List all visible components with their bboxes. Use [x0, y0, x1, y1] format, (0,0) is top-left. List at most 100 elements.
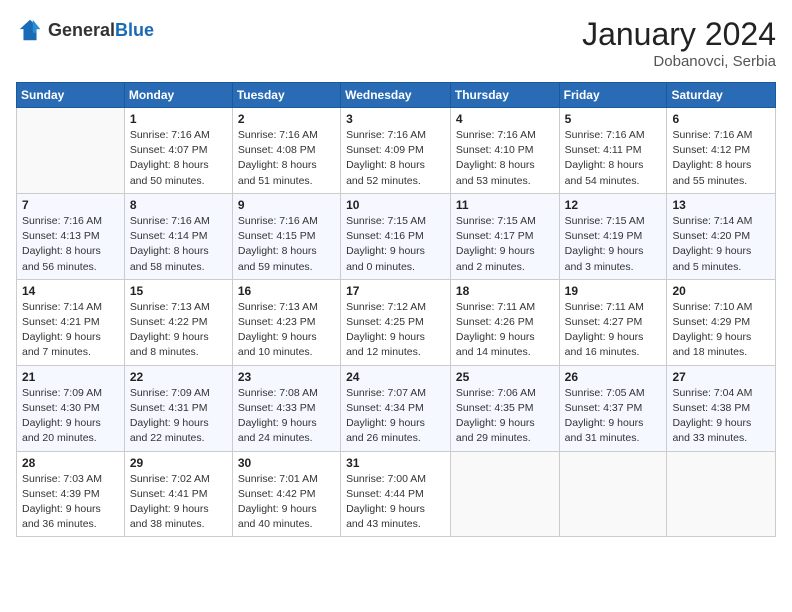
day-detail: Sunrise: 7:16 AMSunset: 4:13 PMDaylight:…	[22, 214, 119, 275]
calendar-cell: 17 Sunrise: 7:12 AMSunset: 4:25 PMDayligh…	[341, 279, 451, 365]
day-detail: Sunrise: 7:16 AMSunset: 4:10 PMDaylight:…	[456, 128, 554, 189]
day-detail: Sunrise: 7:16 AMSunset: 4:14 PMDaylight:…	[130, 214, 227, 275]
day-detail: Sunrise: 7:14 AMSunset: 4:21 PMDaylight:…	[22, 300, 119, 361]
calendar-cell: 11Sunrise: 7:15 AMSunset: 4:17 PMDayligh…	[450, 193, 559, 279]
day-detail: Sunrise: 7:08 AMSunset: 4:33 PMDaylight:…	[238, 386, 335, 447]
day-number: 2	[238, 112, 335, 126]
calendar-cell: 15 Sunrise: 7:13 AMSunset: 4:22 PMDayligh…	[124, 279, 232, 365]
day-detail: Sunrise: 7:13 AMSunset: 4:23 PMDaylight:…	[238, 300, 335, 361]
calendar-week-row: 7Sunrise: 7:16 AMSunset: 4:13 PMDaylight…	[17, 193, 776, 279]
calendar-body: 1 Sunrise: 7:16 AMSunset: 4:07 PMDaylight…	[17, 108, 776, 537]
day-number: 28	[22, 456, 119, 470]
calendar-cell: 28 Sunrise: 7:03 AMSunset: 4:39 PMDayligh…	[17, 451, 125, 537]
day-detail: Sunrise: 7:16 AMSunset: 4:09 PMDaylight:…	[346, 128, 445, 189]
day-detail: Sunrise: 7:05 AMSunset: 4:37 PMDaylight:…	[565, 386, 662, 447]
day-number: 9	[238, 198, 335, 212]
calendar-cell: 14 Sunrise: 7:14 AMSunset: 4:21 PMDayligh…	[17, 279, 125, 365]
day-detail: Sunrise: 7:16 AMSunset: 4:15 PMDaylight:…	[238, 214, 335, 275]
calendar-cell: 24 Sunrise: 7:07 AMSunset: 4:34 PMDayligh…	[341, 365, 451, 451]
calendar-week-row: 14 Sunrise: 7:14 AMSunset: 4:21 PMDayligh…	[17, 279, 776, 365]
location-subtitle: Dobanovci, Serbia	[582, 53, 776, 70]
day-detail: Sunrise: 7:16 AMSunset: 4:12 PMDaylight:…	[672, 128, 770, 189]
day-detail: Sunrise: 7:07 AMSunset: 4:34 PMDaylight:…	[346, 386, 445, 447]
day-number: 27	[672, 370, 770, 384]
day-detail: Sunrise: 7:16 AMSunset: 4:07 PMDaylight:…	[130, 128, 227, 189]
calendar-cell: 8 Sunrise: 7:16 AMSunset: 4:14 PMDaylight…	[124, 193, 232, 279]
day-detail: Sunrise: 7:15 AMSunset: 4:19 PMDaylight:…	[565, 214, 662, 275]
calendar-cell: 30Sunrise: 7:01 AMSunset: 4:42 PMDayligh…	[232, 451, 340, 537]
day-number: 5	[565, 112, 662, 126]
day-detail: Sunrise: 7:01 AMSunset: 4:42 PMDaylight:…	[238, 472, 335, 533]
day-detail: Sunrise: 7:04 AMSunset: 4:38 PMDaylight:…	[672, 386, 770, 447]
day-of-week-header: Tuesday	[232, 83, 340, 108]
calendar-cell: 26Sunrise: 7:05 AMSunset: 4:37 PMDayligh…	[559, 365, 667, 451]
calendar-cell: 21Sunrise: 7:09 AMSunset: 4:30 PMDayligh…	[17, 365, 125, 451]
logo-general-text: General	[48, 20, 115, 40]
calendar-cell: 5 Sunrise: 7:16 AMSunset: 4:11 PMDaylight…	[559, 108, 667, 194]
day-number: 6	[672, 112, 770, 126]
calendar-week-row: 1 Sunrise: 7:16 AMSunset: 4:07 PMDaylight…	[17, 108, 776, 194]
day-number: 1	[130, 112, 227, 126]
calendar-week-row: 21Sunrise: 7:09 AMSunset: 4:30 PMDayligh…	[17, 365, 776, 451]
day-detail: Sunrise: 7:02 AMSunset: 4:41 PMDaylight:…	[130, 472, 227, 533]
calendar-cell	[667, 451, 776, 537]
day-detail: Sunrise: 7:09 AMSunset: 4:31 PMDaylight:…	[130, 386, 227, 447]
day-number: 19	[565, 284, 662, 298]
day-of-week-header: Sunday	[17, 83, 125, 108]
calendar-cell: 9 Sunrise: 7:16 AMSunset: 4:15 PMDaylight…	[232, 193, 340, 279]
day-detail: Sunrise: 7:15 AMSunset: 4:16 PMDaylight:…	[346, 214, 445, 275]
day-detail: Sunrise: 7:13 AMSunset: 4:22 PMDaylight:…	[130, 300, 227, 361]
calendar-cell: 25 Sunrise: 7:06 AMSunset: 4:35 PMDayligh…	[450, 365, 559, 451]
day-number: 22	[130, 370, 227, 384]
calendar-cell: 6 Sunrise: 7:16 AMSunset: 4:12 PMDaylight…	[667, 108, 776, 194]
calendar-cell: 3Sunrise: 7:16 AMSunset: 4:09 PMDaylight…	[341, 108, 451, 194]
calendar-week-row: 28 Sunrise: 7:03 AMSunset: 4:39 PMDayligh…	[17, 451, 776, 537]
day-number: 8	[130, 198, 227, 212]
day-detail: Sunrise: 7:06 AMSunset: 4:35 PMDaylight:…	[456, 386, 554, 447]
month-year-title: January 2024	[582, 16, 776, 53]
calendar-cell: 20Sunrise: 7:10 AMSunset: 4:29 PMDayligh…	[667, 279, 776, 365]
calendar-cell: 10Sunrise: 7:15 AMSunset: 4:16 PMDayligh…	[341, 193, 451, 279]
day-detail: Sunrise: 7:14 AMSunset: 4:20 PMDaylight:…	[672, 214, 770, 275]
calendar-cell: 12Sunrise: 7:15 AMSunset: 4:19 PMDayligh…	[559, 193, 667, 279]
calendar-header: SundayMondayTuesdayWednesdayThursdayFrid…	[17, 83, 776, 108]
day-of-week-header: Monday	[124, 83, 232, 108]
calendar-cell: 18Sunrise: 7:11 AMSunset: 4:26 PMDayligh…	[450, 279, 559, 365]
calendar-cell: 31 Sunrise: 7:00 AMSunset: 4:44 PMDayligh…	[341, 451, 451, 537]
day-detail: Sunrise: 7:03 AMSunset: 4:39 PMDaylight:…	[22, 472, 119, 533]
day-number: 18	[456, 284, 554, 298]
calendar-cell: 4 Sunrise: 7:16 AMSunset: 4:10 PMDaylight…	[450, 108, 559, 194]
calendar-cell: 13 Sunrise: 7:14 AMSunset: 4:20 PMDayligh…	[667, 193, 776, 279]
day-detail: Sunrise: 7:16 AMSunset: 4:11 PMDaylight:…	[565, 128, 662, 189]
day-number: 24	[346, 370, 445, 384]
calendar-table: SundayMondayTuesdayWednesdayThursdayFrid…	[16, 82, 776, 537]
logo: GeneralBlue	[16, 16, 154, 44]
day-number: 13	[672, 198, 770, 212]
day-number: 4	[456, 112, 554, 126]
day-detail: Sunrise: 7:11 AMSunset: 4:27 PMDaylight:…	[565, 300, 662, 361]
title-block: January 2024 Dobanovci, Serbia	[582, 16, 776, 70]
logo-icon	[16, 16, 44, 44]
day-number: 23	[238, 370, 335, 384]
day-of-week-header: Wednesday	[341, 83, 451, 108]
day-number: 14	[22, 284, 119, 298]
day-number: 25	[456, 370, 554, 384]
calendar-cell: 29Sunrise: 7:02 AMSunset: 4:41 PMDayligh…	[124, 451, 232, 537]
day-number: 15	[130, 284, 227, 298]
day-detail: Sunrise: 7:12 AMSunset: 4:25 PMDaylight:…	[346, 300, 445, 361]
day-number: 31	[346, 456, 445, 470]
calendar-cell: 7Sunrise: 7:16 AMSunset: 4:13 PMDaylight…	[17, 193, 125, 279]
calendar-cell: 27 Sunrise: 7:04 AMSunset: 4:38 PMDayligh…	[667, 365, 776, 451]
day-number: 17	[346, 284, 445, 298]
calendar-cell: 2Sunrise: 7:16 AMSunset: 4:08 PMDaylight…	[232, 108, 340, 194]
day-of-week-header: Thursday	[450, 83, 559, 108]
day-number: 16	[238, 284, 335, 298]
days-of-week-row: SundayMondayTuesdayWednesdayThursdayFrid…	[17, 83, 776, 108]
day-of-week-header: Friday	[559, 83, 667, 108]
day-detail: Sunrise: 7:00 AMSunset: 4:44 PMDaylight:…	[346, 472, 445, 533]
day-number: 21	[22, 370, 119, 384]
calendar-cell	[17, 108, 125, 194]
calendar-cell	[450, 451, 559, 537]
day-detail: Sunrise: 7:10 AMSunset: 4:29 PMDaylight:…	[672, 300, 770, 361]
page-header: GeneralBlue January 2024 Dobanovci, Serb…	[16, 16, 776, 70]
